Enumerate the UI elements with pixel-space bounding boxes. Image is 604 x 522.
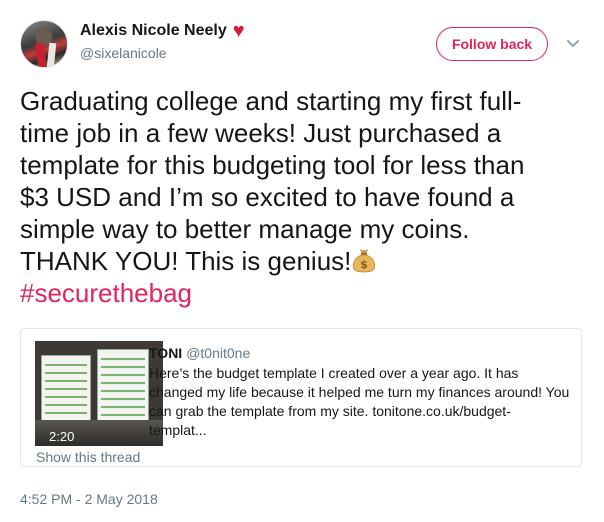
video-thumbnail[interactable]: 2:20 — [35, 341, 163, 446]
quoted-author-handle[interactable]: @t0nit0ne — [186, 345, 250, 361]
show-thread-link[interactable]: Show this thread — [36, 449, 140, 465]
author-display-name[interactable]: Alexis Nicole Neely — [80, 22, 227, 40]
quoted-tweet-header: TONI @t0nit0ne — [149, 345, 250, 361]
tweet-line: $3 USD and I’m so excited to have found … — [20, 182, 515, 212]
quoted-tweet-card[interactable]: 2:20 TONI @t0nit0ne Here’s the budget tem… — [20, 328, 582, 467]
author-name-row: Alexis Nicole Neely ♥ — [80, 20, 245, 42]
follow-back-button[interactable]: Follow back — [436, 27, 548, 61]
thumbnail-sheet — [41, 355, 91, 421]
svg-text:$: $ — [361, 258, 369, 271]
tweet-line: time job in a few weeks! Just purchased … — [20, 118, 502, 148]
tweet-line: simple way to better manage my coins. — [20, 214, 470, 244]
tweet-line-with-emoji: THANK YOU! This is genius! $ — [20, 245, 585, 277]
quoted-line: can grab the template from my site. toni… — [149, 403, 511, 419]
quoted-tweet-text: Here’s the budget template I created ove… — [149, 364, 569, 440]
quoted-line: templat... — [149, 422, 207, 438]
hashtag-link[interactable]: #securethebag — [20, 277, 585, 309]
tweet-line: Graduating college and starting my first… — [20, 86, 522, 116]
avatar-detail — [35, 42, 47, 67]
quoted-line: Here’s the budget template I created ove… — [149, 365, 519, 381]
tweet-line: template for this budgeting tool for les… — [20, 150, 525, 180]
chevron-down-icon[interactable] — [566, 36, 580, 50]
thumbnail-sheet — [97, 349, 149, 421]
video-duration: 2:20 — [49, 429, 75, 444]
heart-icon: ♥ — [232, 20, 245, 42]
author-handle[interactable]: @sixelanicole — [80, 45, 167, 61]
tweet-line: THANK YOU! This is genius! — [20, 246, 352, 276]
avatar-detail — [46, 42, 57, 67]
tweet-timestamp[interactable]: 4:52 PM - 2 May 2018 — [20, 491, 158, 507]
quoted-author-name[interactable]: TONI — [149, 345, 182, 361]
avatar[interactable] — [20, 20, 68, 68]
moneybag-icon: $ — [353, 249, 376, 273]
quoted-line: changed my life because it helped me tur… — [149, 384, 570, 400]
tweet-text: Graduating college and starting my first… — [20, 85, 585, 309]
